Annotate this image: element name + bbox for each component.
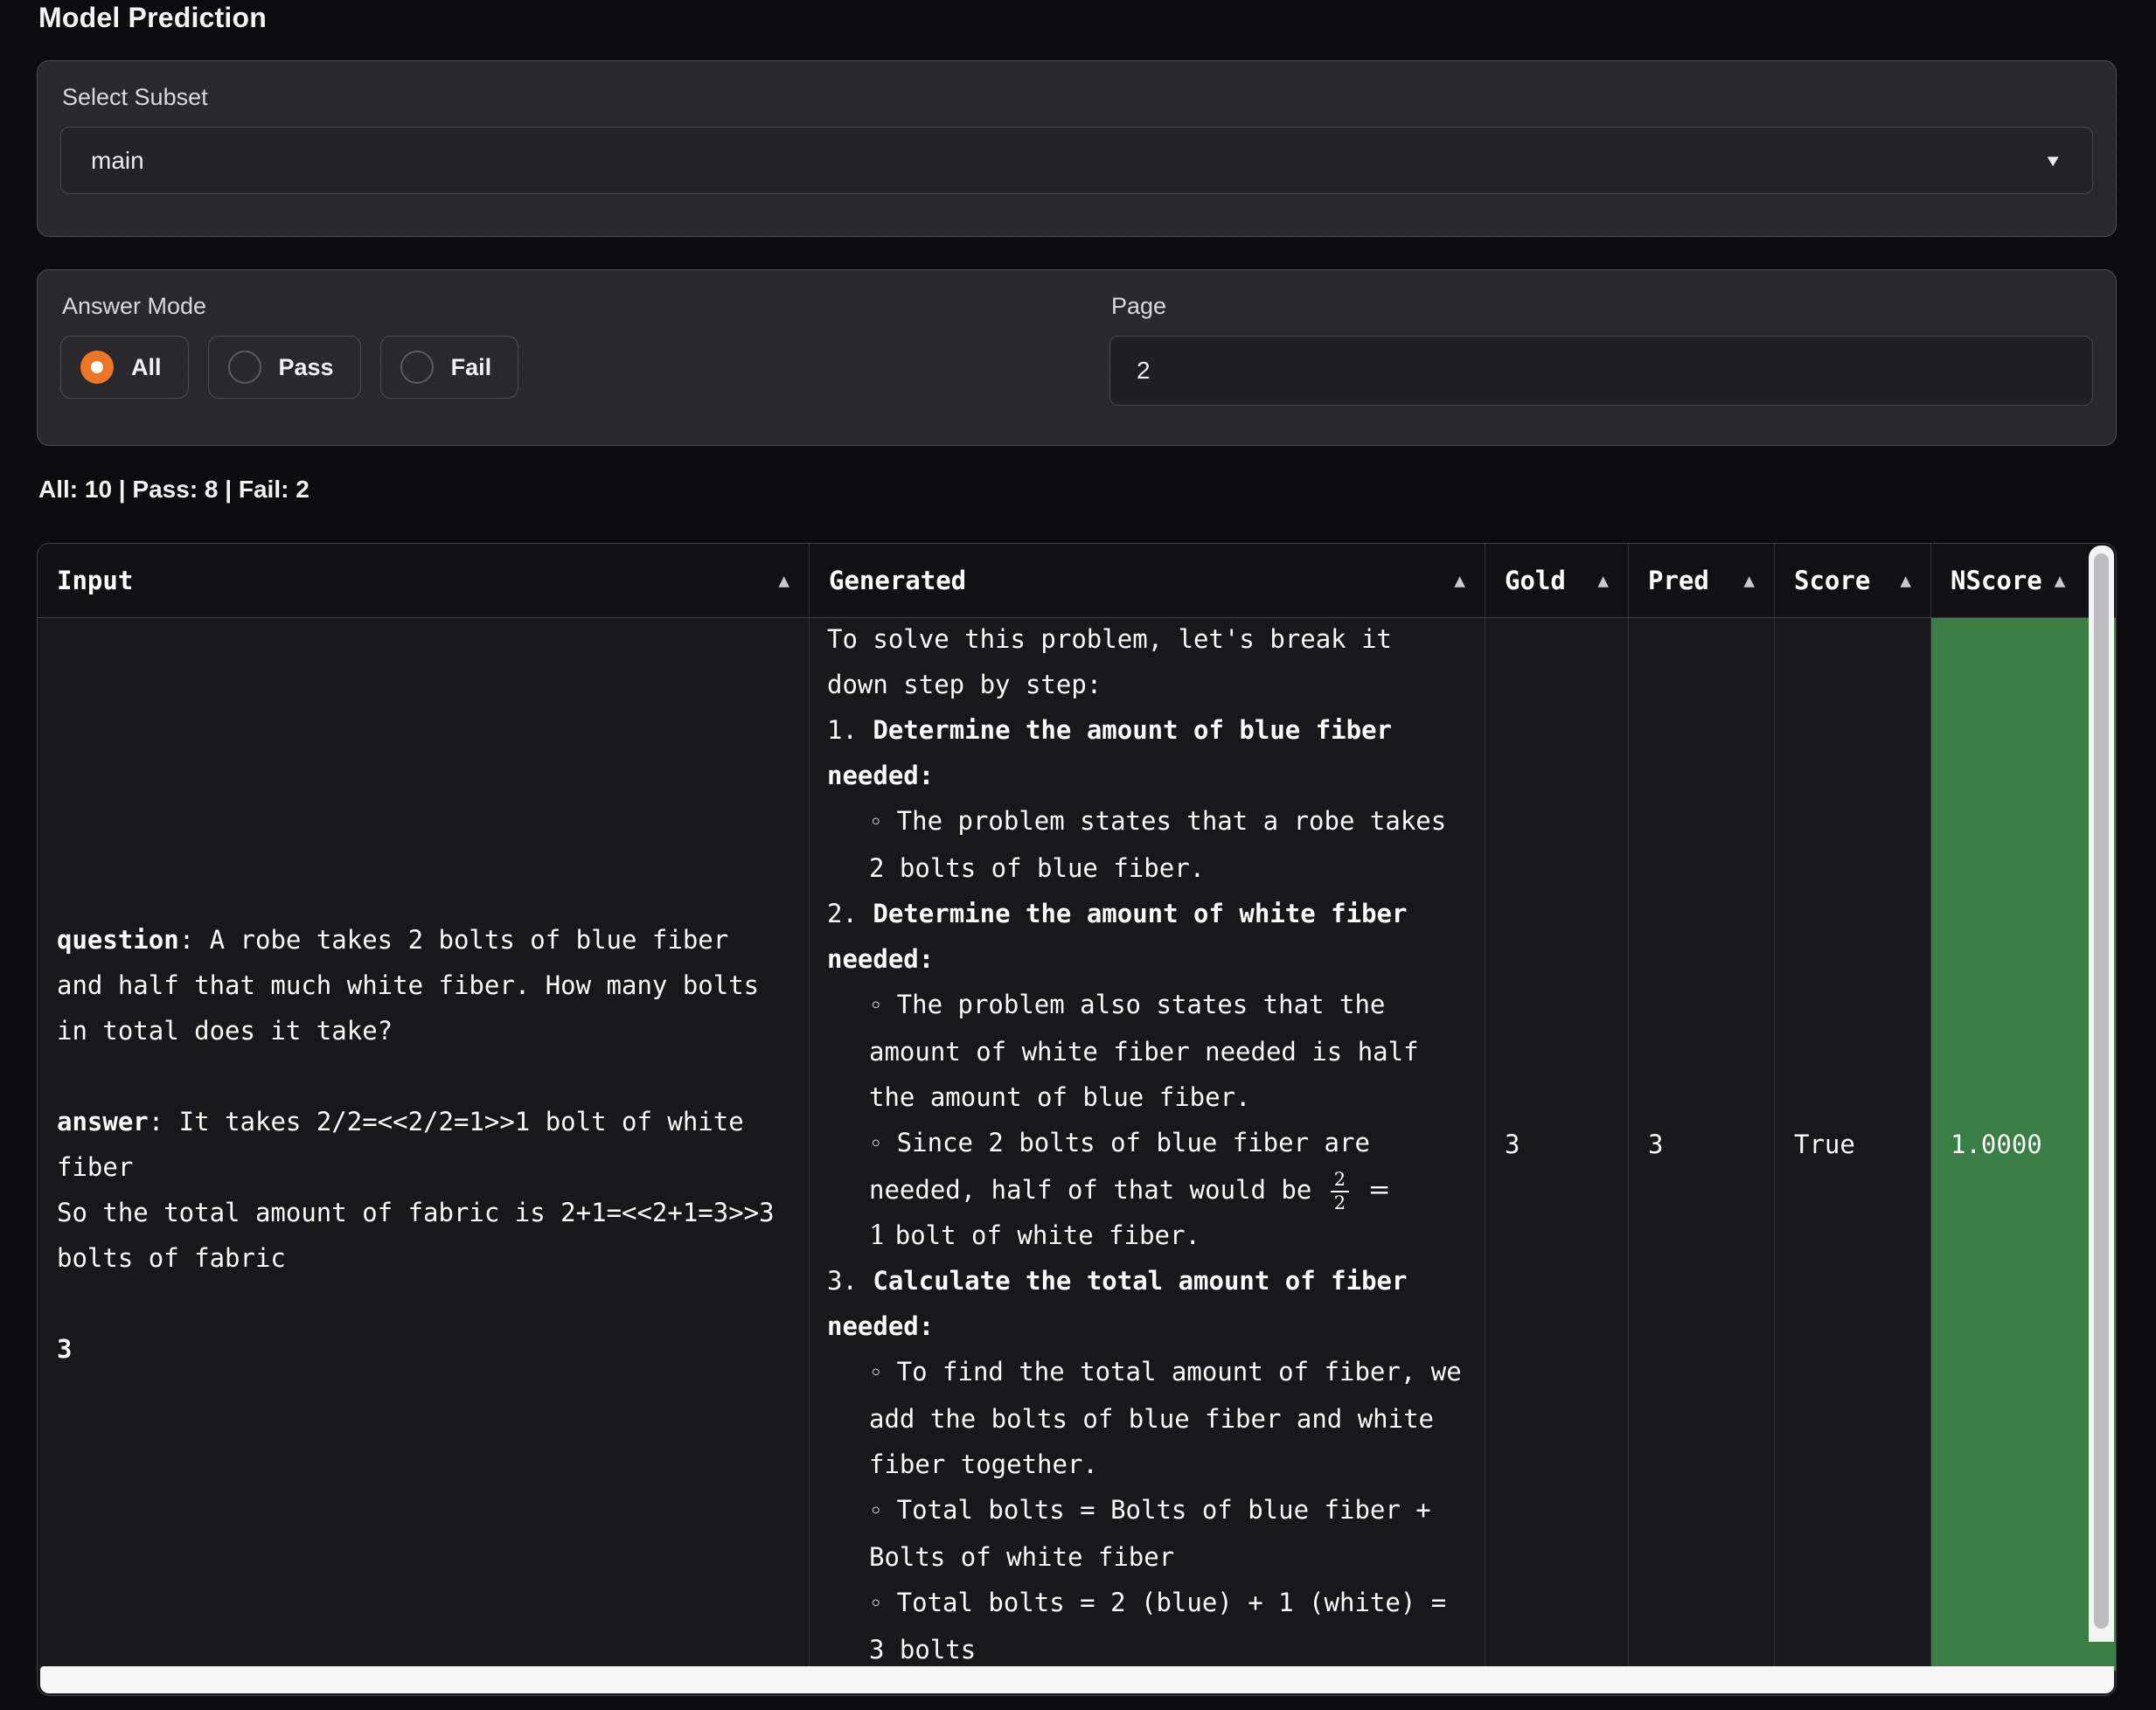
column-header-pred[interactable]: Pred ▲ (1629, 544, 1775, 617)
input-question: question: A robe takes 2 bolts of blue f… (57, 917, 789, 1053)
generated-bullet: ◦The problem also states that the amount… (827, 982, 1467, 1120)
cell-gold[interactable]: 3 (1485, 618, 1629, 1671)
subset-label: Select Subset (62, 84, 2093, 111)
cell-score[interactable]: True (1775, 618, 1931, 1671)
radio-unselected-icon (400, 351, 434, 384)
bullet-circle-icon: ◦ (869, 810, 883, 836)
radio-selected-icon (80, 351, 114, 384)
generated-bullet: ◦Total bolts = 2 (blue) + 1 (white) = 3 … (827, 1580, 1467, 1671)
cell-pred[interactable]: 3 (1629, 618, 1775, 1671)
answer-mode-label: Answer Mode (62, 293, 1109, 320)
math-fraction: 22 (1331, 1170, 1349, 1213)
subset-dropdown[interactable]: main ▼ (60, 127, 2093, 194)
sort-ascending-icon[interactable]: ▲ (1597, 570, 1609, 591)
generated-bullet: ◦Total bolts = Bolts of blue fiber + Bol… (827, 1487, 1467, 1580)
sort-ascending-icon[interactable]: ▲ (1743, 570, 1755, 591)
input-answer: answer: It takes 2/2=<<2/2=1>>1 bolt of … (57, 1099, 789, 1281)
page-input[interactable] (1109, 336, 2093, 406)
column-header-input[interactable]: Input ▲ (38, 544, 810, 617)
column-header-gold[interactable]: Gold ▲ (1485, 544, 1629, 617)
bullet-circle-icon: ◦ (869, 1591, 883, 1617)
radio-all[interactable]: All (60, 336, 189, 399)
sort-ascending-icon[interactable]: ▲ (778, 570, 789, 591)
cell-input[interactable]: question: A robe takes 2 bolts of blue f… (38, 618, 810, 1671)
vertical-scrollbar[interactable] (2089, 546, 2114, 1642)
table-row: question: A robe takes 2 bolts of blue f… (38, 618, 2116, 1671)
bullet-circle-icon: ◦ (869, 1498, 883, 1525)
sort-ascending-icon[interactable]: ▲ (2055, 570, 2066, 591)
page-label: Page (1111, 293, 2093, 320)
sort-ascending-icon[interactable]: ▲ (1900, 570, 1911, 591)
generated-bullet: ◦The problem states that a robe takes 2 … (827, 798, 1467, 891)
subset-panel: Select Subset main ▼ (37, 60, 2117, 237)
page-group: Page (1109, 293, 2093, 422)
generated-step-heading: 3. Calculate the total amount of fiber n… (827, 1258, 1467, 1349)
bullet-circle-icon: ◦ (869, 993, 883, 1019)
horizontal-scrollbar[interactable] (40, 1666, 2114, 1693)
generated-step-heading: 1. Determine the amount of blue fiber ne… (827, 707, 1467, 798)
cell-generated[interactable]: To solve this problem, let's break it do… (810, 618, 1485, 1671)
page-title: Model Prediction (38, 2, 267, 34)
column-header-score[interactable]: Score ▲ (1775, 544, 1931, 617)
answer-mode-radio-row: All Pass Fail (60, 336, 1109, 399)
generated-intro: To solve this problem, let's break it do… (827, 618, 1467, 707)
generated-step-heading: 2. Determine the amount of white fiber n… (827, 891, 1467, 982)
chevron-down-icon[interactable]: ▼ (2043, 150, 2062, 170)
radio-fail[interactable]: Fail (380, 336, 519, 399)
subset-selected-value: main (91, 147, 144, 175)
filter-panel: Answer Mode All Pass Fail Page (37, 269, 2117, 446)
radio-unselected-icon (228, 351, 261, 384)
column-header-generated[interactable]: Generated ▲ (810, 544, 1485, 617)
bullet-circle-icon: ◦ (869, 1131, 883, 1157)
generated-bullet-math: ◦Since 2 bolts of blue fiber are needed,… (827, 1120, 1467, 1259)
results-table: Input ▲ Generated ▲ Gold ▲ Pred ▲ Score … (37, 543, 2117, 1696)
radio-pass[interactable]: Pass (208, 336, 361, 399)
bullet-circle-icon: ◦ (869, 1360, 883, 1387)
sort-ascending-icon[interactable]: ▲ (1454, 570, 1465, 591)
status-line: All: 10 | Pass: 8 | Fail: 2 (38, 476, 309, 504)
input-final-answer: 3 (57, 1326, 789, 1372)
generated-bullet: ◦To find the total amount of fiber, we a… (827, 1349, 1467, 1487)
vertical-scrollbar-thumb[interactable] (2094, 553, 2109, 1629)
answer-mode-group: Answer Mode All Pass Fail (60, 293, 1109, 422)
table-header-row: Input ▲ Generated ▲ Gold ▲ Pred ▲ Score … (38, 544, 2116, 618)
